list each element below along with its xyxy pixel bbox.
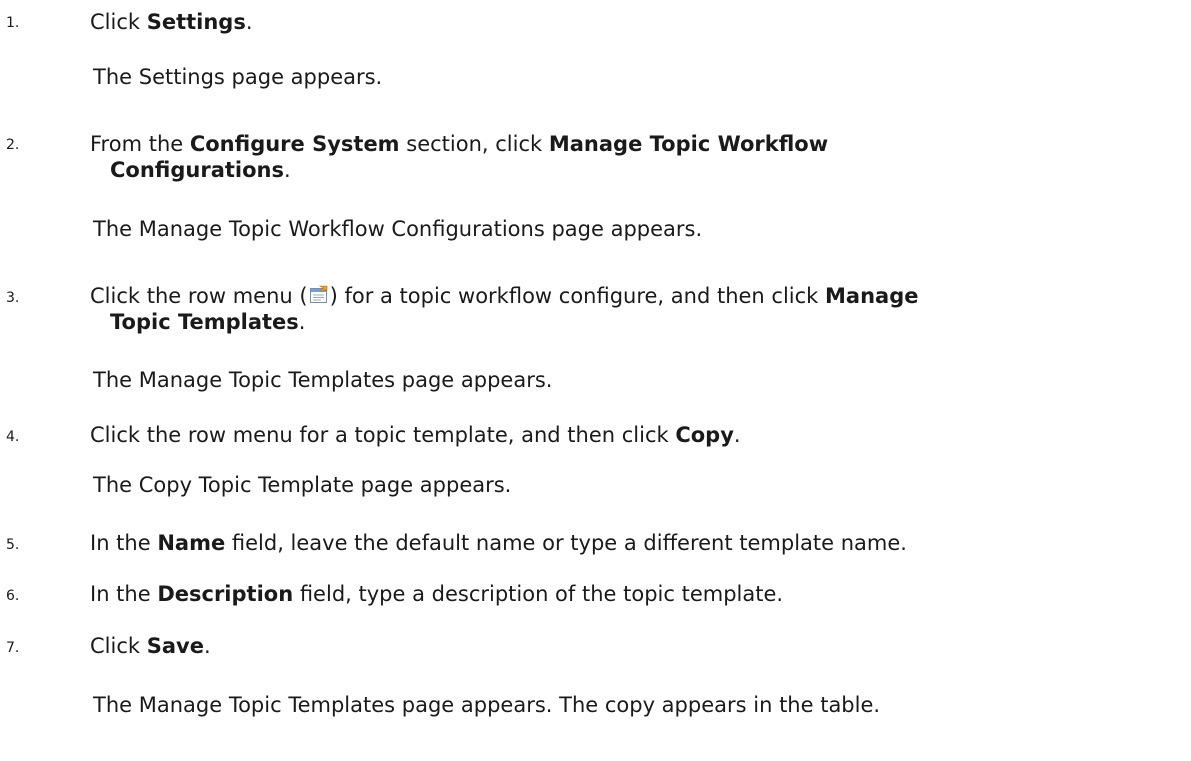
step-number: 1. <box>6 15 20 31</box>
step-number: 4. <box>6 429 20 445</box>
step-number: 3. <box>6 290 20 306</box>
ui-term-description: Description <box>157 582 294 606</box>
step-instruction: Click Save. <box>90 634 211 658</box>
step-instruction: In the Name field, leave the default nam… <box>90 531 907 555</box>
step-number: 2. <box>6 137 20 153</box>
ui-term-manage-topic-workflow: Manage Topic Workflow <box>548 132 829 156</box>
ui-term-copy: Copy <box>675 423 734 447</box>
step-number: 5. <box>6 537 20 553</box>
step-result: The Manage Topic Workflow Configurations… <box>93 217 703 241</box>
procedure-document: 1. Click Settings. The Settings page app… <box>0 0 1191 761</box>
step-result: The Manage Topic Templates page appears.… <box>93 693 881 717</box>
step-instruction: Click the row menu for a topic template,… <box>90 423 741 447</box>
step-result: The Settings page appears. <box>93 65 383 89</box>
step-result: The Manage Topic Templates page appears. <box>93 368 553 392</box>
step-result: The Copy Topic Template page appears. <box>93 473 512 497</box>
ui-term-topic-templates: Topic Templates <box>110 310 299 334</box>
ui-term-settings: Settings <box>146 10 246 34</box>
step-number: 6. <box>6 588 20 604</box>
step-instruction: Click Settings. <box>90 10 253 34</box>
row-menu-icon <box>309 285 329 305</box>
step-instruction: Click the row menu ( ) for a topic workf… <box>90 284 919 334</box>
ui-term-configure-system: Configure System <box>189 132 400 156</box>
ui-term-name: Name <box>157 531 226 555</box>
step-instruction: From the Configure System section, click… <box>90 132 829 182</box>
ui-term-save: Save <box>146 634 204 658</box>
ui-term-configurations: Configurations <box>110 158 284 182</box>
step-number: 7. <box>6 640 20 656</box>
step-instruction: In the Description field, type a descrip… <box>90 582 784 606</box>
ui-term-manage: Manage <box>825 284 919 308</box>
